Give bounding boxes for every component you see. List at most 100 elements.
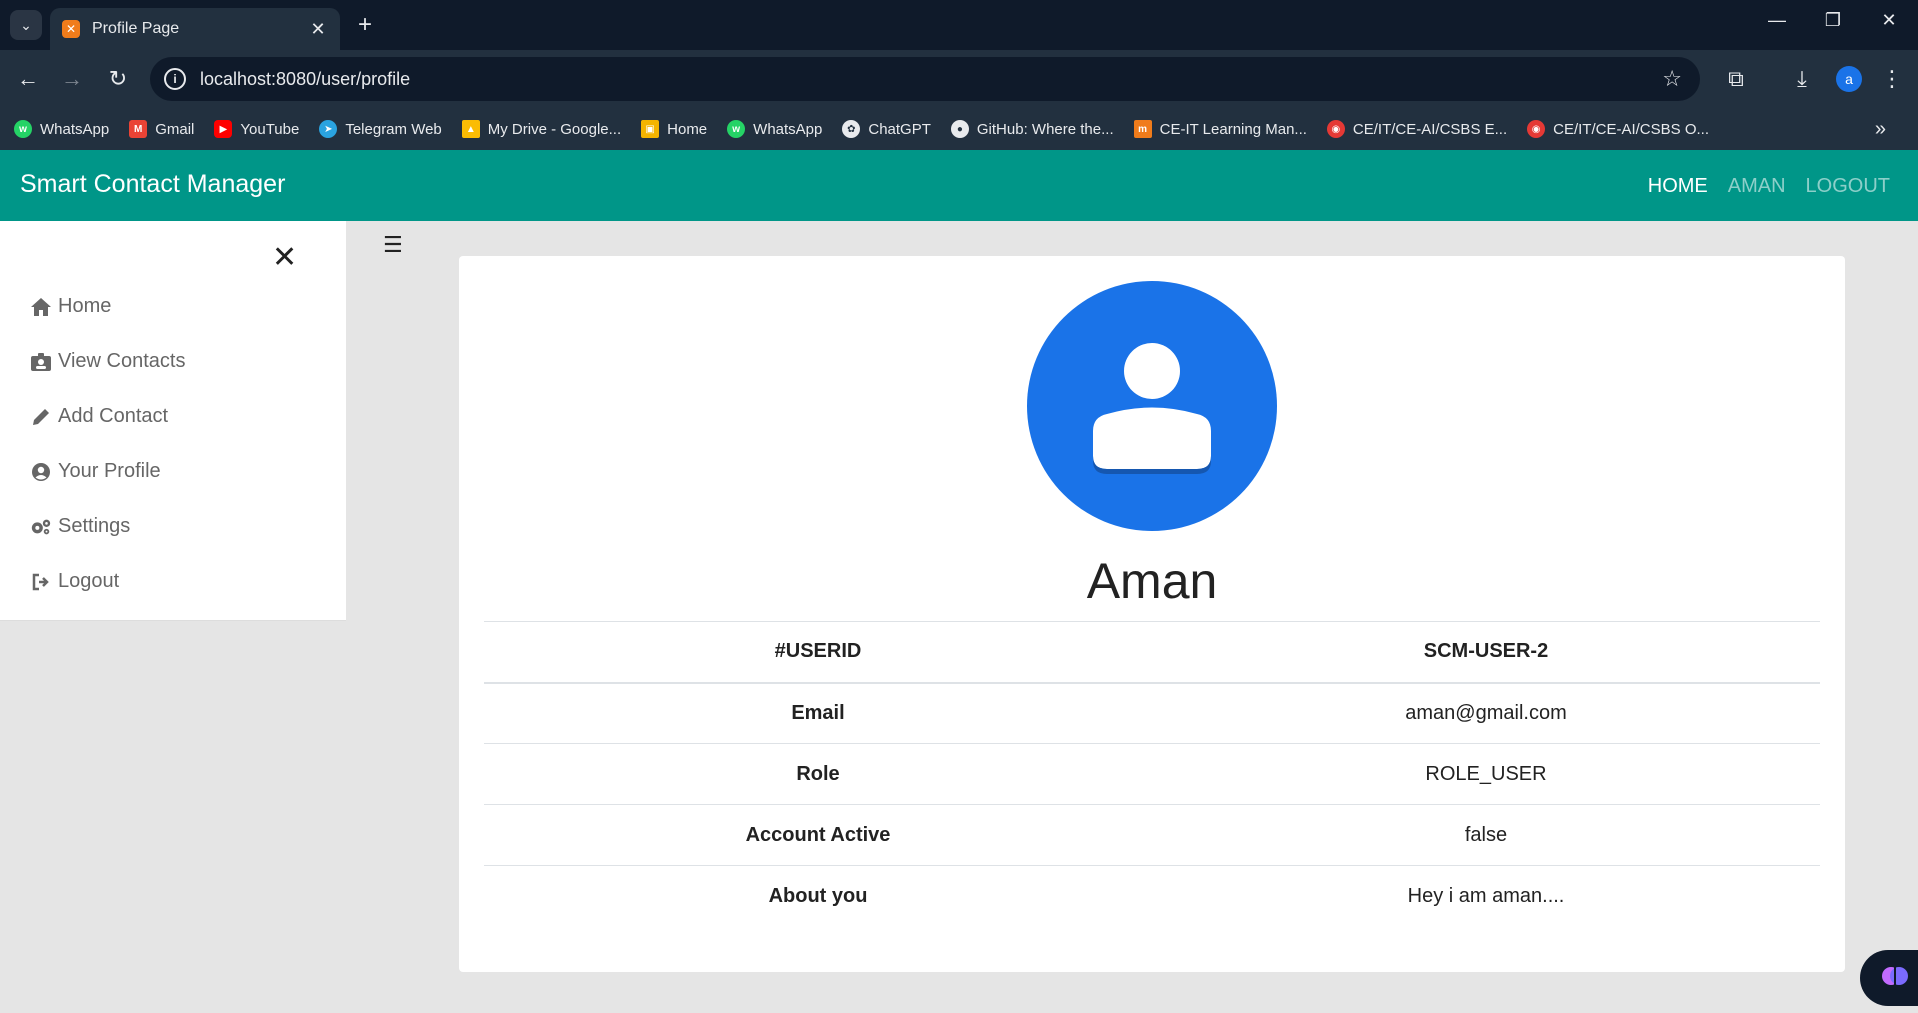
nav-home-link[interactable]: HOME — [1648, 175, 1708, 198]
bookmark-label: Home — [667, 120, 708, 138]
browser-tab[interactable]: ✕ Profile Page ✕ — [50, 8, 340, 50]
site-info-icon[interactable]: i — [164, 68, 186, 90]
college-logo-icon: ◉ — [1326, 120, 1345, 138]
sidebar-item-add-contact[interactable]: Add Contact — [30, 405, 168, 428]
pencil-icon — [30, 407, 52, 427]
profile-name: Aman — [1086, 553, 1218, 609]
bookmark-item[interactable]: w WhatsApp — [727, 120, 822, 138]
user-circle-icon — [30, 462, 52, 482]
bookmarks-bar: w WhatsApp M Gmail ▶ YouTube ➤ Telegram Web … — [0, 108, 1918, 150]
sidebar-item-label: Add Contact — [58, 405, 169, 427]
sidebar-item-label: Logout — [58, 570, 120, 592]
restore-button[interactable]: ❐ — [1818, 10, 1848, 31]
google-drive-icon: ▲ — [461, 120, 480, 138]
table-cell-key: Role — [484, 743, 1152, 805]
table-cell-key: About you — [484, 865, 1152, 927]
bookmark-item[interactable]: w WhatsApp — [14, 120, 109, 138]
reload-button[interactable]: ↻ — [104, 66, 132, 92]
bookmark-item[interactable]: ▲ My Drive - Google... — [461, 120, 622, 138]
app-nav-links: HOME AMAN LOGOUT — [1648, 175, 1890, 198]
bookmark-label: CE/IT/CE-AI/CSBS E... — [1352, 120, 1508, 138]
table-cell-value: SCM-USER-2 — [1152, 621, 1820, 684]
bookmark-label: GitHub: Where the... — [976, 120, 1114, 138]
app-navbar: Smart Contact Manager HOME AMAN LOGOUT — [0, 150, 1918, 221]
more-bookmarks-icon[interactable]: » — [1875, 118, 1886, 141]
gears-icon — [30, 517, 52, 537]
bookmark-item[interactable]: ➤ Telegram Web — [319, 120, 442, 138]
whatsapp-icon: w — [14, 120, 32, 138]
bookmark-label: YouTube — [240, 120, 300, 138]
sidebar-close-icon[interactable]: ✕ — [272, 243, 297, 273]
table-header-row: #USERID SCM-USER-2 — [484, 621, 1820, 684]
table-cell-value: Hey i am aman.... — [1152, 865, 1820, 927]
minimize-button[interactable]: — — [1762, 10, 1792, 31]
bookmark-item[interactable]: M Gmail — [129, 120, 194, 138]
url-text[interactable]: localhost:8080/user/profile — [200, 69, 1662, 90]
assistant-button[interactable] — [1860, 950, 1918, 1006]
extensions-icon[interactable]: ⧉ — [1722, 66, 1750, 92]
bookmark-item[interactable]: ● GitHub: Where the... — [950, 120, 1114, 138]
profile-details-table: #USERID SCM-USER-2 Email aman@gmail.com … — [484, 621, 1820, 927]
profile-avatar[interactable]: a — [1836, 66, 1862, 92]
home-icon — [30, 297, 52, 317]
bookmark-item[interactable]: m CE-IT Learning Man... — [1133, 120, 1307, 138]
forward-button[interactable]: → — [58, 66, 86, 92]
bookmark-label: WhatsApp — [40, 120, 110, 138]
tab-close-icon[interactable]: ✕ — [308, 19, 328, 40]
nav-user-link[interactable]: AMAN — [1728, 175, 1786, 198]
xampp-favicon-icon: ✕ — [62, 20, 80, 38]
github-icon: ● — [950, 120, 969, 138]
bookmark-label: My Drive - Google... — [487, 120, 622, 138]
college-logo-icon: ◉ — [1527, 120, 1546, 138]
tab-title: Profile Page — [92, 20, 180, 37]
sidebar-item-label: View Contacts — [58, 350, 186, 372]
contacts-icon — [30, 352, 52, 372]
sidebar-item-label: Settings — [58, 515, 131, 537]
table-row: About you Hey i am aman.... — [484, 865, 1820, 927]
telegram-icon: ➤ — [319, 120, 338, 138]
bookmark-item[interactable]: ◉ CE/IT/CE-AI/CSBS O... — [1527, 120, 1709, 138]
table-row: Role ROLE_USER — [484, 743, 1820, 805]
classroom-icon: ▣ — [641, 120, 660, 138]
chatgpt-icon: ✿ — [842, 120, 861, 138]
sidebar-item-your-profile[interactable]: Your Profile — [30, 460, 161, 483]
table-row: Account Active false — [484, 804, 1820, 866]
bookmark-item[interactable]: ▣ Home — [641, 120, 707, 138]
tab-search-button[interactable]: ⌄ — [10, 10, 42, 40]
youtube-icon: ▶ — [214, 120, 233, 138]
sidebar-item-home[interactable]: Home — [30, 295, 111, 318]
sidebar-item-settings[interactable]: Settings — [30, 515, 130, 538]
bookmark-item[interactable]: ▶ YouTube — [214, 120, 299, 138]
moodle-icon: m — [1133, 120, 1152, 138]
gmail-icon: M — [129, 120, 148, 138]
profile-card: Aman #USERID SCM-USER-2 Email aman@gmail… — [459, 256, 1845, 972]
bookmark-label: Telegram Web — [345, 120, 442, 138]
sidebar-toggle-icon[interactable]: ☰ — [383, 232, 403, 258]
address-bar[interactable]: i localhost:8080/user/profile ☆ — [150, 57, 1700, 101]
browser-tab-bar: ⌄ ✕ Profile Page ✕ + — ❐ ✕ — [0, 0, 1918, 50]
bookmark-label: CE-IT Learning Man... — [1159, 120, 1307, 138]
whatsapp-icon: w — [727, 120, 746, 138]
new-tab-button[interactable]: + — [352, 12, 378, 38]
sign-out-icon — [30, 572, 52, 592]
bookmark-item[interactable]: ◉ CE/IT/CE-AI/CSBS E... — [1326, 120, 1508, 138]
brand-title[interactable]: Smart Contact Manager — [20, 170, 285, 199]
bookmark-label: WhatsApp — [753, 120, 823, 138]
download-icon[interactable]: ⤓ — [1788, 66, 1816, 92]
sidebar-item-logout[interactable]: Logout — [30, 570, 119, 593]
menu-kebab-icon[interactable]: ⋮ — [1878, 66, 1906, 92]
table-cell-value: false — [1152, 804, 1820, 866]
sidebar: ✕ Home View Contacts Add Contact Your Pr… — [0, 221, 346, 621]
table-cell-value: ROLE_USER — [1152, 743, 1820, 805]
sidebar-item-label: Home — [58, 295, 112, 317]
browser-toolbar: ← → ↻ i localhost:8080/user/profile ☆ ⧉ … — [0, 50, 1918, 108]
bookmark-item[interactable]: ✿ ChatGPT — [842, 120, 931, 138]
table-row: Email aman@gmail.com — [484, 682, 1820, 744]
bookmark-label: CE/IT/CE-AI/CSBS O... — [1553, 120, 1709, 138]
nav-logout-link[interactable]: LOGOUT — [1806, 175, 1890, 198]
close-window-button[interactable]: ✕ — [1874, 10, 1904, 31]
bookmark-star-icon[interactable]: ☆ — [1662, 66, 1682, 92]
sidebar-item-view-contacts[interactable]: View Contacts — [30, 350, 185, 373]
back-button[interactable]: ← — [14, 66, 42, 92]
sidebar-item-label: Your Profile — [58, 460, 161, 482]
